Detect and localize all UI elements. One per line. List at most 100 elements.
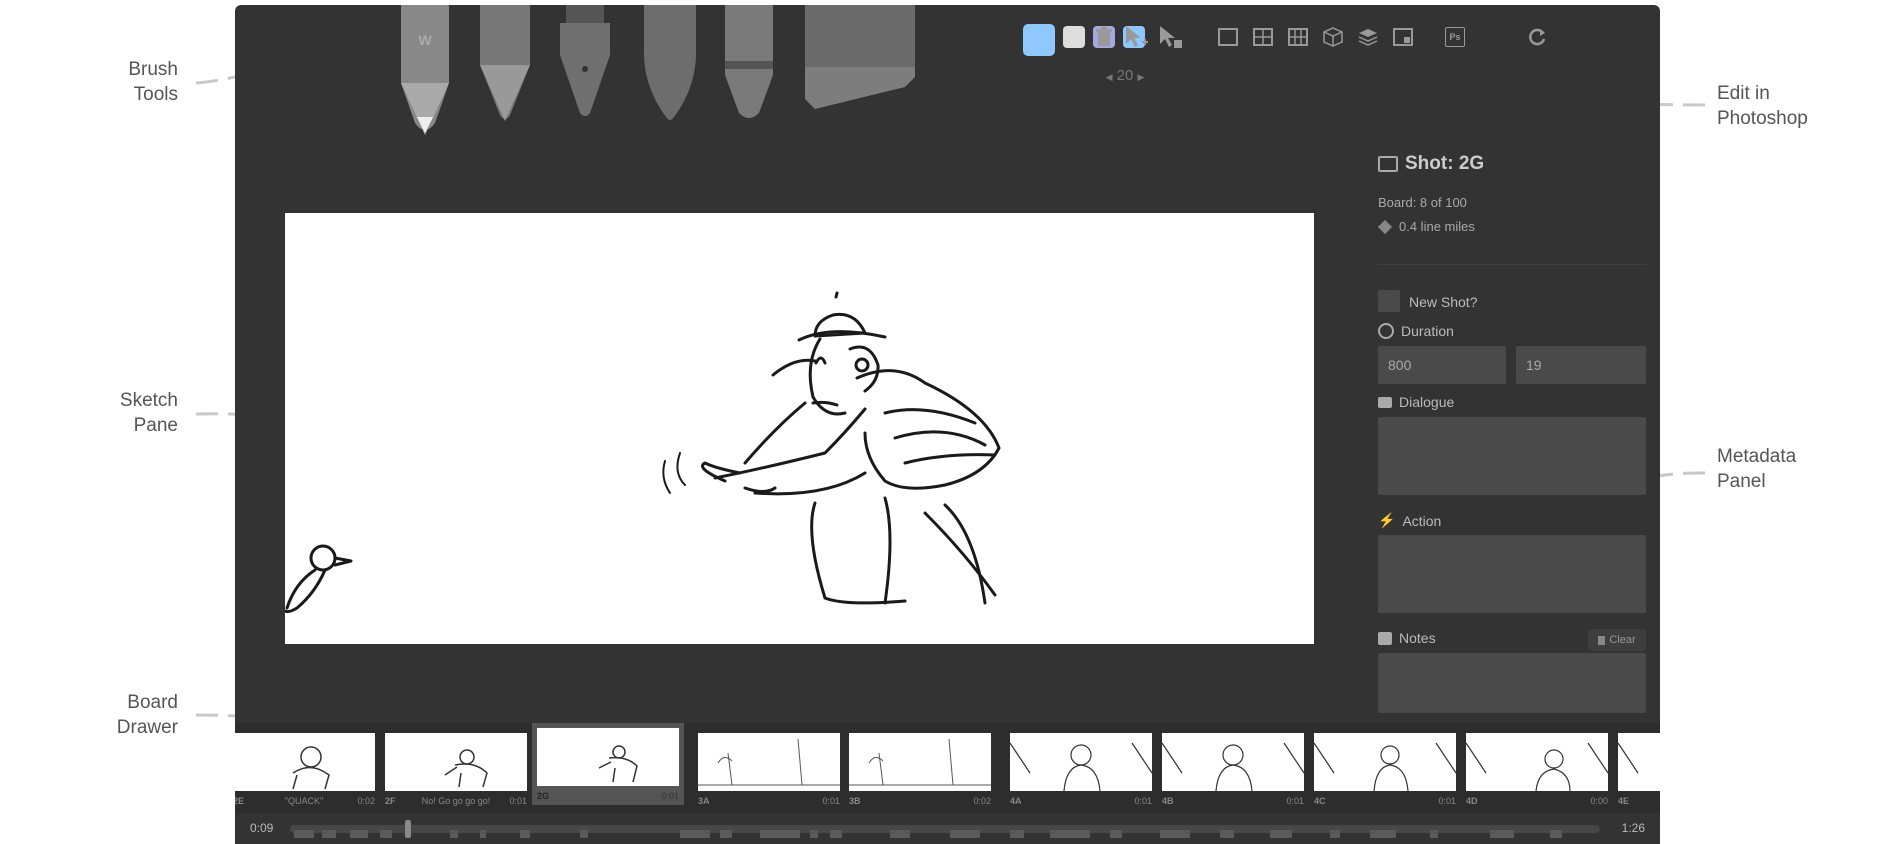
six-grid-icon[interactable] — [1285, 24, 1311, 50]
board-thumbnail — [385, 733, 527, 791]
clear-notes-button[interactable]: Clear — [1588, 629, 1646, 651]
notes-field[interactable] — [1378, 653, 1646, 713]
board-2E[interactable]: 2E "QUACK" 0:02 — [235, 733, 375, 806]
pencil-icon[interactable] — [480, 5, 530, 121]
line-miles-text: 0.4 line miles — [1399, 219, 1475, 234]
board-duration: 0:01 — [1438, 796, 1456, 806]
size-decrease-icon[interactable]: ◀ — [1106, 72, 1113, 82]
board-duration: 0:02 — [973, 796, 991, 806]
lightning-icon: ⚡ — [1378, 512, 1396, 528]
board-4E[interactable]: 4E — [1617, 733, 1660, 806]
new-shot-label: New Shot? — [1409, 294, 1477, 310]
action-input[interactable] — [1378, 535, 1646, 613]
timeline-total-time: 1:26 — [1621, 821, 1645, 835]
board-duration: 0:01 — [1134, 796, 1152, 806]
brush-size-control[interactable]: ◀ 20 ▶ — [1095, 67, 1155, 84]
trash-icon[interactable] — [1091, 24, 1117, 50]
duration-frames-field[interactable] — [1516, 346, 1646, 384]
sketch-pane[interactable] — [283, 213, 1314, 644]
timeline-track[interactable] — [290, 820, 1600, 838]
dialogue-input[interactable] — [1378, 417, 1646, 495]
brush-tools: W ◀ 20 ▶ — [395, 5, 1155, 145]
timeline: 0:09 1:26 — [235, 813, 1660, 844]
board-drawer: 2E "QUACK" 0:02 2F No! Go go go go! 0:01… — [235, 723, 1660, 813]
timeline-current-time: 0:09 — [250, 821, 274, 835]
photoshop-label: Ps — [1449, 32, 1461, 42]
duration-frames-input[interactable] — [1516, 346, 1646, 384]
board-duration: 0:01 — [1286, 796, 1304, 806]
four-grid-icon[interactable] — [1250, 24, 1276, 50]
color-swatch-white[interactable] — [1063, 26, 1085, 48]
board-position: Board: 8 of 100 — [1378, 195, 1467, 210]
refresh-icon[interactable] — [1524, 24, 1550, 50]
notes-icon — [1378, 631, 1392, 645]
layers-icon[interactable] — [1355, 24, 1381, 50]
divider — [1378, 264, 1646, 265]
single-grid-icon[interactable] — [1215, 24, 1241, 50]
board-thumbnail — [1617, 733, 1660, 791]
board-2G-current[interactable]: 2G 0:01 — [532, 723, 684, 805]
callout-board-drawer: Board Drawer — [38, 690, 178, 740]
board-4D[interactable]: 4D 0:00 — [1465, 733, 1609, 806]
board-thumbnail — [1465, 733, 1609, 792]
board-thumbnail — [1009, 733, 1153, 792]
notes-input[interactable] — [1378, 653, 1646, 713]
board-duration: 0:01 — [822, 796, 840, 806]
callout-text: Board Drawer — [116, 692, 178, 738]
callout-sketch-pane: Sketch Pane — [38, 388, 178, 438]
timeline-segments — [294, 830, 1562, 838]
duration-ms-input[interactable] — [1378, 346, 1506, 384]
board-thumbnail — [1313, 733, 1457, 792]
move-icon[interactable] — [1123, 24, 1149, 50]
callout-text: Metadata Panel — [1717, 446, 1797, 492]
board-duration: 0:00 — [1590, 796, 1608, 806]
color-swatch-primary[interactable] — [1023, 24, 1055, 56]
trash-small-icon — [1598, 635, 1606, 645]
sketch-drawing — [283, 291, 1001, 614]
metadata-panel: Shot: 2G Board: 8 of 100 0.4 line miles … — [1377, 153, 1646, 713]
shot-title: Shot: 2G — [1378, 153, 1484, 175]
board-dialogue: No! Go go go go! — [421, 796, 491, 806]
edit-in-photoshop-button[interactable]: Ps — [1442, 24, 1468, 50]
callout-metadata-panel: Metadata Panel — [1717, 444, 1857, 494]
duck-sketch — [283, 544, 353, 614]
dialogue-field[interactable] — [1378, 417, 1646, 495]
note-pen-icon[interactable] — [725, 5, 773, 118]
light-pencil-icon[interactable]: W — [401, 5, 449, 135]
brush-size-value: 20 — [1116, 67, 1134, 84]
callout-text: Edit in Photoshop — [1717, 83, 1808, 129]
speech-bubble-icon — [1378, 396, 1392, 408]
cube-icon[interactable] — [1320, 24, 1346, 50]
pen-icon[interactable] — [560, 5, 610, 116]
eraser-icon[interactable] — [805, 5, 915, 109]
diamond-icon — [1377, 219, 1393, 234]
action-label: ⚡ Action — [1378, 512, 1441, 529]
man-sketch — [662, 291, 1001, 605]
timeline-playhead[interactable] — [404, 820, 411, 838]
board-thumbnail — [849, 733, 991, 791]
clock-icon — [1378, 323, 1394, 339]
brush-icon[interactable] — [643, 5, 697, 120]
callout-text: Brush Tools — [128, 59, 178, 105]
new-shot-checkbox[interactable] — [1378, 290, 1400, 312]
duration-ms-field[interactable] — [1378, 346, 1506, 384]
board-3A[interactable]: 3A 0:01 — [698, 733, 840, 806]
photoshop-icon: Ps — [1445, 27, 1465, 47]
action-field[interactable] — [1378, 535, 1646, 613]
board-4C[interactable]: 4C 0:01 — [1313, 733, 1457, 806]
duration-label: Duration — [1378, 323, 1454, 339]
board-4A[interactable]: 4A 0:01 — [1009, 733, 1153, 806]
clear-label: Clear — [1609, 634, 1636, 646]
board-duration: 0:01 — [509, 796, 527, 806]
size-increase-icon[interactable]: ▶ — [1138, 72, 1145, 82]
dialogue-label-text: Dialogue — [1399, 394, 1455, 410]
board-thumbnail — [1161, 733, 1305, 792]
board-3B[interactable]: 3B 0:02 — [849, 733, 991, 806]
board-thumbnail — [698, 733, 840, 791]
onion-skin-icon[interactable] — [1390, 24, 1416, 50]
board-name: 4B — [1162, 796, 1174, 806]
board-2F[interactable]: 2F No! Go go go go! 0:01 — [385, 733, 527, 806]
board-4B[interactable]: 4B 0:01 — [1161, 733, 1305, 806]
copy-move-icon[interactable] — [1157, 24, 1183, 50]
dialogue-label: Dialogue — [1378, 394, 1454, 410]
